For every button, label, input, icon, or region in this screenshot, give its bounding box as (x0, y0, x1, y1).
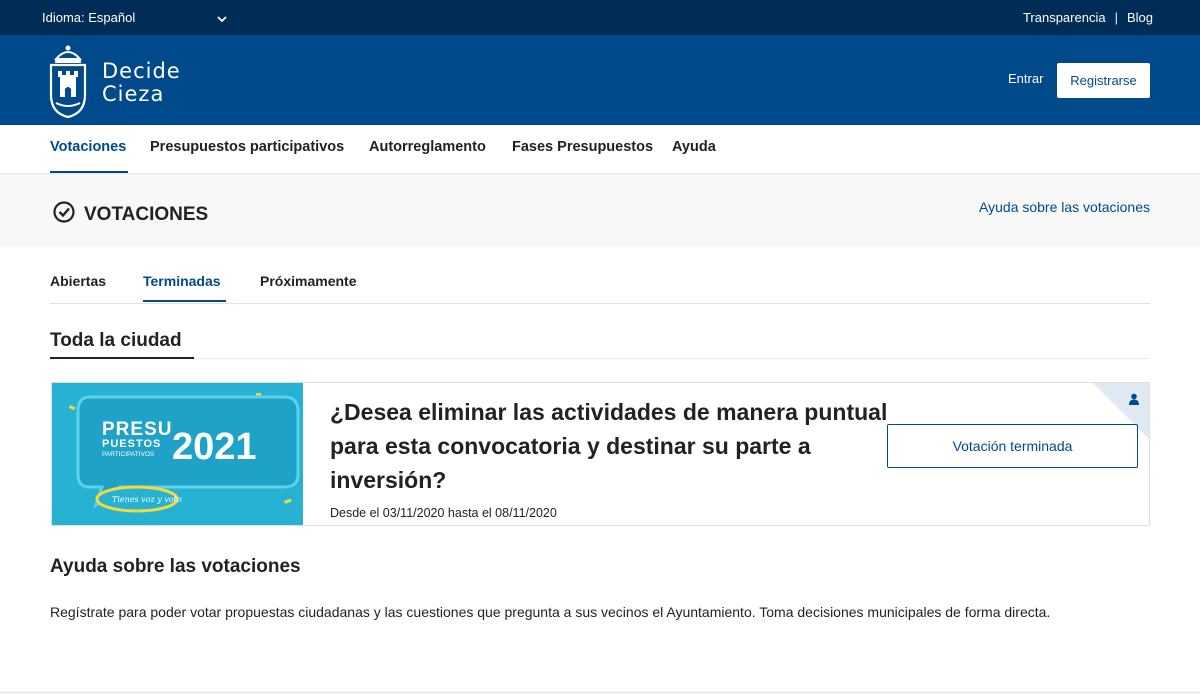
check-circle-icon (52, 200, 76, 230)
poll-title[interactable]: ¿Desea eliminar las actividades de maner… (330, 395, 890, 497)
nav-item-votaciones[interactable]: Votaciones (50, 139, 126, 155)
image-text-participativos: PARTICIPATIVOS (102, 451, 155, 458)
language-value: Español (88, 10, 136, 25)
help-votaciones-link[interactable]: Ayuda sobre las votaciones (979, 199, 1150, 215)
nav-item-presupuestos-participativos[interactable]: Presupuestos participativos (150, 139, 344, 155)
image-text-year: 2021 (172, 426, 257, 468)
language-selector[interactable]: Idioma: Español (42, 10, 227, 25)
image-text-slogan: Tienes voz y voto (112, 495, 182, 504)
user-icon (1128, 392, 1140, 405)
blog-link[interactable]: Blog (1127, 10, 1153, 25)
image-text-puestos: PUESTOS (102, 438, 161, 450)
top-bar: Idioma: Español Transparencia | Blog (0, 0, 1200, 35)
tab-terminadas[interactable]: Terminadas (143, 273, 221, 289)
nav-item-fases-presupuestos[interactable]: Fases Presupuestos (512, 139, 653, 155)
language-label: Idioma: (42, 10, 85, 25)
city-crest-logo[interactable] (48, 43, 88, 119)
help-text: Regístrate para poder votar propuestas c… (50, 604, 1051, 620)
tab-abiertas[interactable]: Abiertas (50, 273, 106, 289)
poll-dates: Desde el 03/11/2020 hasta el 08/11/2020 (330, 506, 557, 520)
site-header: Decide Cieza Entrar Registrarse (0, 35, 1200, 125)
main-navigation: Votaciones Presupuestos participativos A… (0, 125, 1200, 174)
page-title: VOTACIONES (52, 200, 208, 230)
login-link[interactable]: Entrar (1008, 71, 1043, 86)
active-tab-indicator (143, 300, 226, 302)
poll-finished-button[interactable]: Votación terminada (887, 424, 1138, 468)
transparencia-link[interactable]: Transparencia (1023, 10, 1106, 25)
nav-item-ayuda[interactable]: Ayuda (672, 139, 716, 155)
poll-status-tabs: Abiertas Terminadas Próximamente (50, 262, 1150, 304)
poll-card[interactable]: PRESU PUESTOS PARTICIPATIVOS 2021 Tienes… (51, 382, 1150, 526)
help-heading: Ayuda sobre las votaciones (50, 556, 301, 577)
separator: | (1114, 10, 1118, 25)
page-title-text: VOTACIONES (84, 204, 209, 225)
scope-underline (50, 357, 194, 359)
nav-item-autorreglamento[interactable]: Autorreglamento (369, 139, 486, 155)
brand-line-1: Decide (102, 59, 181, 83)
divider (0, 692, 1200, 693)
site-brand[interactable]: Decide Cieza (102, 60, 181, 106)
brand-line-2: Cieza (102, 82, 165, 106)
poll-image[interactable]: PRESU PUESTOS PARTICIPATIVOS 2021 Tienes… (52, 383, 303, 525)
image-text-presu: PRESU (102, 419, 172, 440)
scope-heading: Toda la ciudad (50, 330, 182, 351)
active-nav-indicator (50, 171, 128, 173)
tab-proximamente[interactable]: Próximamente (260, 273, 356, 289)
register-button[interactable]: Registrarse (1057, 63, 1150, 98)
chevron-down-icon[interactable] (216, 7, 228, 23)
section-banner: VOTACIONES Ayuda sobre las votaciones (0, 174, 1200, 247)
divider (50, 358, 1150, 359)
